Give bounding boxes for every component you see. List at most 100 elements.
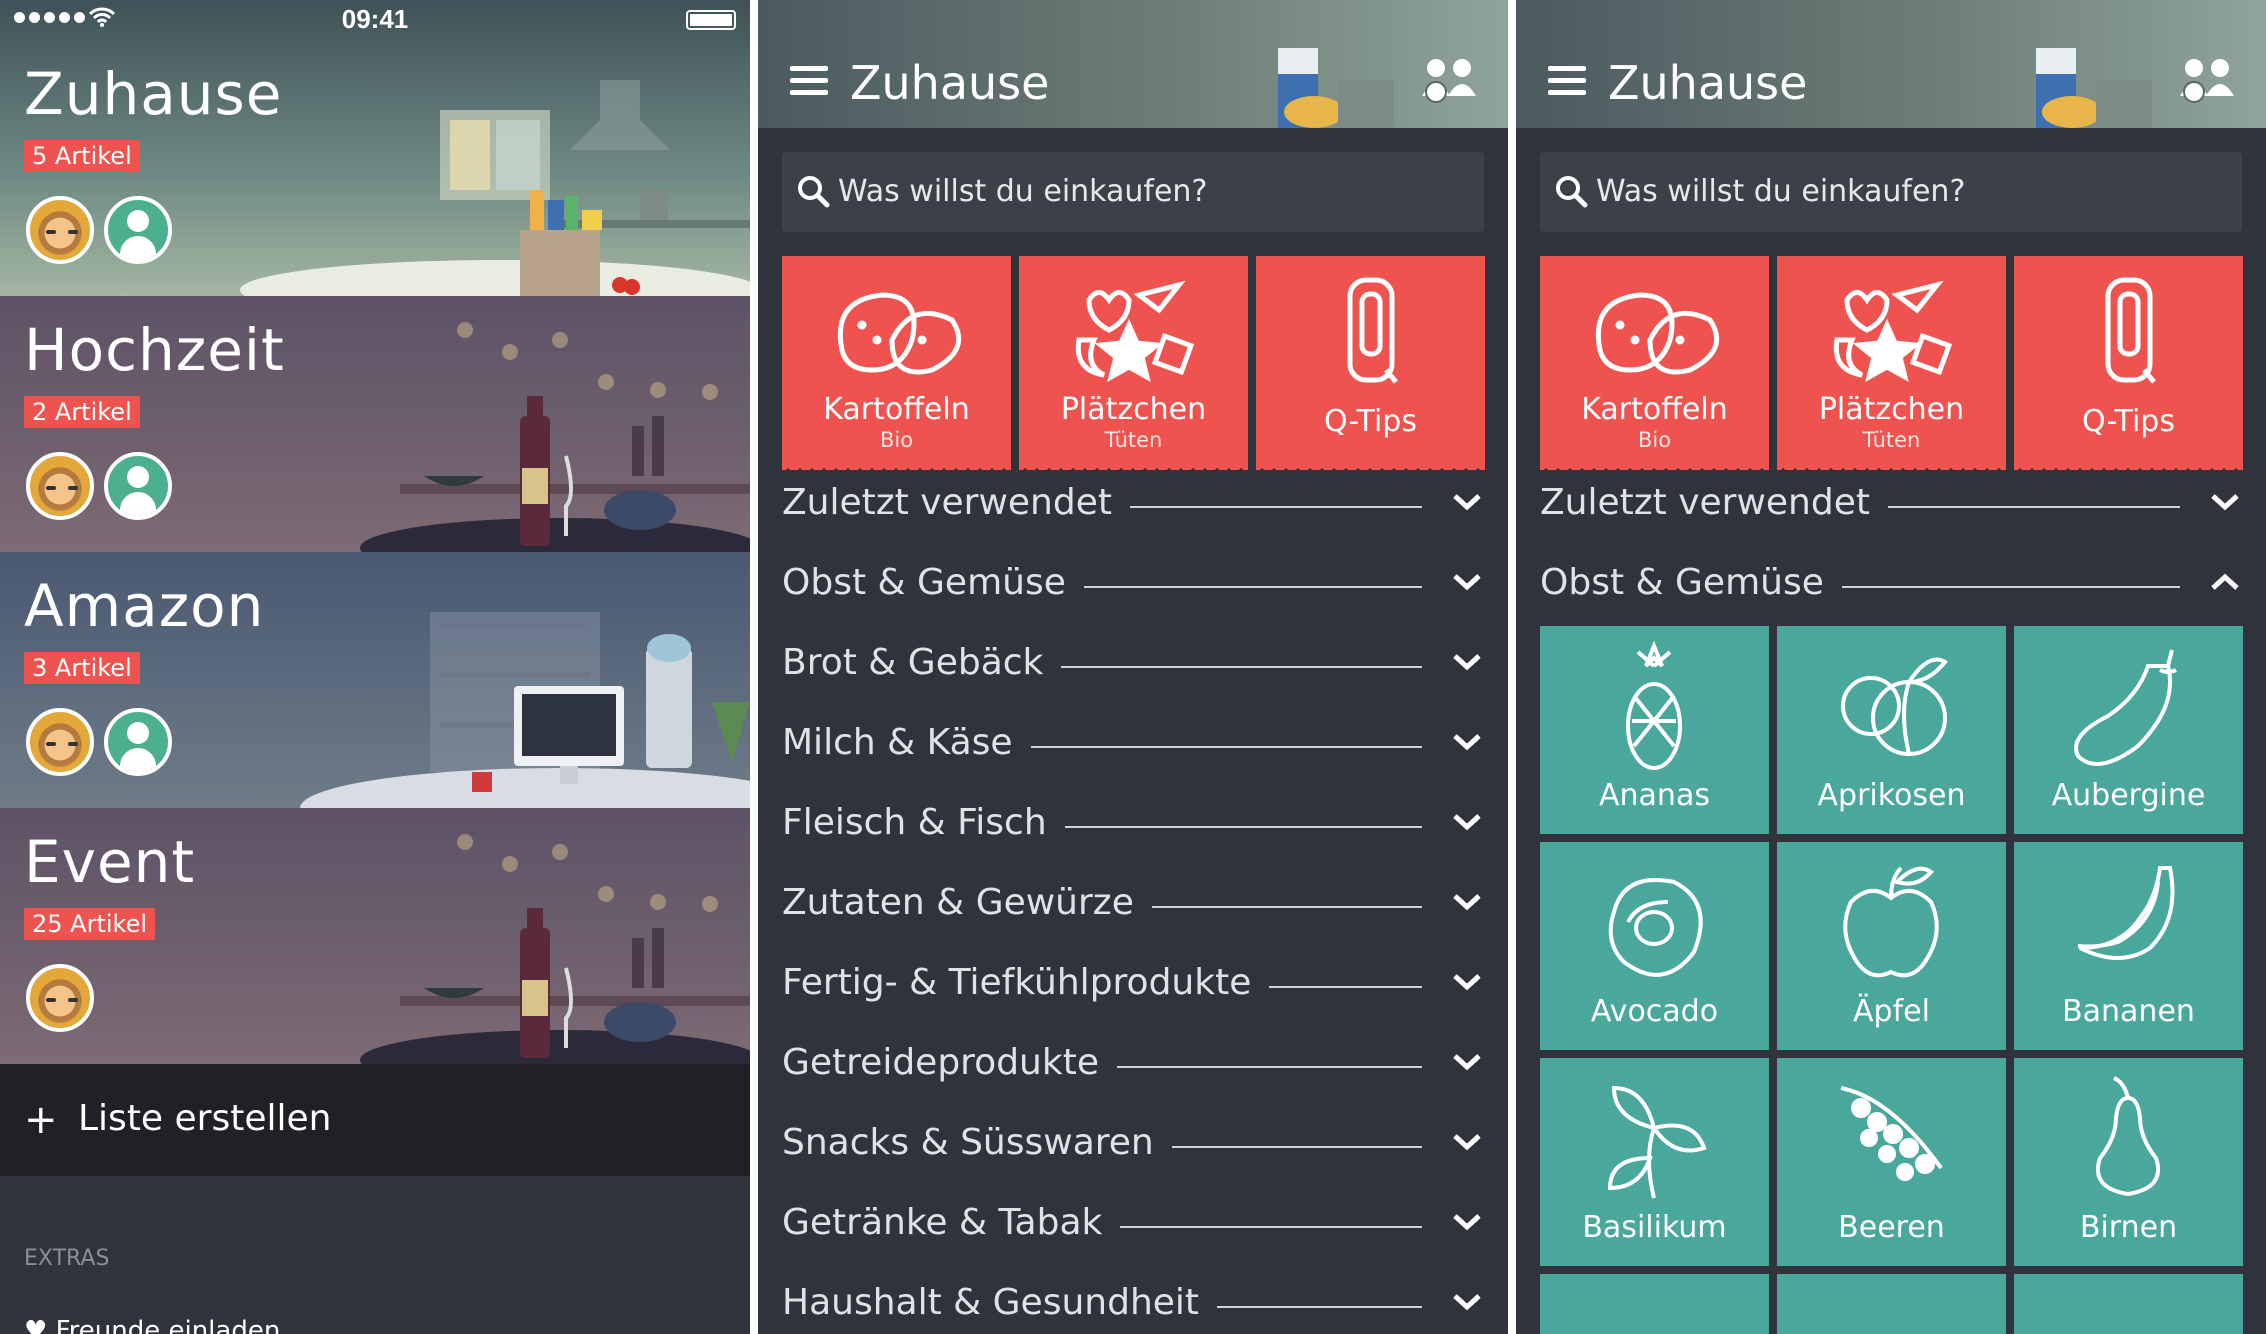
category-row[interactable]: Milch & Käse <box>782 718 1484 774</box>
avatar <box>26 196 94 264</box>
product-tile-bananen[interactable]: Bananen <box>2014 842 2243 1050</box>
share-members-icon[interactable] <box>2176 56 2240 104</box>
chevron-down-icon <box>2211 494 2239 511</box>
product-name: Aprikosen <box>1817 778 1966 813</box>
recent-item-kartoffeln[interactable]: Kartoffeln Bio <box>1540 256 1769 470</box>
category-row[interactable]: Haushalt & Gesundheit <box>782 1278 1484 1334</box>
product-name: Birnen <box>2079 1210 2178 1245</box>
category-label: Fleisch & Fisch <box>782 802 1065 843</box>
recent-item-plaetzchen[interactable]: Plätzchen Tüten <box>1777 256 2006 470</box>
avatar-placeholder-icon <box>104 196 172 264</box>
product-name: Ananas <box>1599 778 1710 813</box>
status-bar: 09:41 <box>0 0 750 40</box>
product-name: Beeren <box>1838 1210 1945 1245</box>
category-row[interactable]: Fertig- & Tiefkühlprodukte <box>782 958 1484 1014</box>
category-row[interactable]: Obst & Gemüse <box>782 558 1484 614</box>
item-count-badge: 5 Artikel <box>24 140 140 172</box>
recent-items: Kartoffeln Bio Plätzchen Tüten Q-Tips <box>782 256 1485 470</box>
chevron-down-icon <box>1453 974 1481 991</box>
extras-heading: EXTRAS <box>24 1246 110 1271</box>
category-expanded-screen: Zuhause Was willst du einkaufen? Kartoff… <box>1516 0 2266 1334</box>
category-recent[interactable]: Zuletzt verwendet <box>1540 478 2242 534</box>
potatoes-icon <box>837 292 962 375</box>
product-tile-avocado[interactable]: Avocado <box>1540 842 1769 1050</box>
chevron-down-icon <box>1453 734 1481 751</box>
potatoes-icon <box>1595 292 1720 375</box>
category-label: Zutaten & Gewürze <box>782 882 1152 923</box>
plus-icon: + <box>24 1097 58 1143</box>
list-header: Zuhause <box>1516 0 2266 128</box>
product-name: Bananen <box>2062 994 2195 1029</box>
item-count-badge: 25 Artikel <box>24 908 156 940</box>
battery-icon <box>686 10 736 30</box>
category-label: Zuletzt verwendet <box>782 482 1130 523</box>
member-avatars <box>26 196 172 264</box>
category-label: Brot & Gebäck <box>782 642 1062 683</box>
share-members-icon[interactable] <box>1418 56 1482 104</box>
product-tile-birnen[interactable]: Birnen <box>2014 1058 2243 1266</box>
recent-item-qtips[interactable]: Q-Tips <box>1256 256 1485 470</box>
category-row[interactable]: Snacks & Süsswaren <box>782 1118 1484 1174</box>
avatar-placeholder-icon <box>104 708 172 776</box>
recent-item-kartoffeln[interactable]: Kartoffeln Bio <box>782 256 1011 470</box>
list-card-hochzeit[interactable]: Hochzeit 2 Artikel <box>0 296 750 552</box>
recent-item-plaetzchen[interactable]: Plätzchen Tüten <box>1019 256 1248 470</box>
product-tile-basilikum[interactable]: Basilikum <box>1540 1058 1769 1266</box>
tile-sub: Tüten <box>1104 428 1163 452</box>
tile-sub: Bio <box>879 428 914 452</box>
tile-name: Kartoffeln <box>823 392 970 427</box>
product-tile-aprikosen[interactable]: Aprikosen <box>1777 626 2006 834</box>
berries-icon <box>1840 1086 1943 1181</box>
product-name: Avocado <box>1590 994 1719 1029</box>
search-input[interactable]: Was willst du einkaufen? <box>782 152 1484 232</box>
category-label: Getränke & Tabak <box>782 1202 1121 1243</box>
product-tile-aubergine[interactable]: Aubergine <box>2014 626 2243 834</box>
hamburger-menu-icon[interactable] <box>790 66 828 96</box>
item-count-badge: 2 Artikel <box>24 396 140 428</box>
product-tile[interactable] <box>1777 1274 2006 1334</box>
list-card-zuhause[interactable]: Zuhause 5 Artikel <box>0 0 750 296</box>
basil-icon <box>1607 1085 1707 1199</box>
search-input[interactable]: Was willst du einkaufen? <box>1540 152 2242 232</box>
product-tile-aepfel[interactable]: Äpfel <box>1777 842 2006 1050</box>
product-tile[interactable] <box>1540 1274 1769 1334</box>
list-detail-screen: Zuhause Was willst du einkaufen? Kartoff… <box>758 0 1508 1334</box>
chevron-down-icon <box>1453 494 1481 511</box>
list-title: Zuhause <box>24 60 283 128</box>
category-label: Obst & Gemüse <box>782 562 1084 603</box>
chevron-down-icon <box>1453 1054 1481 1071</box>
member-avatars <box>26 964 94 1032</box>
avatar-placeholder-icon <box>104 452 172 520</box>
category-label: Fertig- & Tiefkühlprodukte <box>782 962 1270 1003</box>
cookies-icon <box>1833 280 1953 382</box>
extras-item[interactable]: ♥ Freunde einladen <box>24 1316 280 1334</box>
item-count-badge: 3 Artikel <box>24 652 140 684</box>
create-list-button[interactable]: + Liste erstellen <box>0 1064 750 1176</box>
category-row[interactable]: Getränke & Tabak <box>782 1198 1484 1254</box>
product-tile[interactable] <box>2014 1274 2243 1334</box>
avatar <box>26 964 94 1032</box>
product-tile-beeren[interactable]: Beeren <box>1777 1058 2006 1266</box>
product-name: Aubergine <box>2051 778 2206 813</box>
tile-name: Plätzchen <box>1060 392 1207 427</box>
category-row[interactable]: Fleisch & Fisch <box>782 798 1484 854</box>
product-tile-ananas[interactable]: Ananas <box>1540 626 1769 834</box>
category-row[interactable]: Zuletzt verwendet <box>782 478 1484 534</box>
list-card-amazon[interactable]: Amazon 3 Artikel <box>0 552 750 808</box>
tile-name: Plätzchen <box>1818 392 1965 427</box>
category-label: Zuletzt verwendet <box>1540 482 1888 523</box>
pineapple-icon <box>1626 640 1682 770</box>
category-label: Snacks & Süsswaren <box>782 1122 1172 1163</box>
member-avatars <box>26 452 172 520</box>
category-row[interactable]: Brot & Gebäck <box>782 638 1484 694</box>
category-obst-gemuese[interactable]: Obst & Gemüse <box>1540 558 2242 614</box>
category-label: Haushalt & Gesundheit <box>782 1282 1218 1323</box>
list-card-event[interactable]: Event 25 Artikel <box>0 808 750 1064</box>
category-row[interactable]: Getreideprodukte <box>782 1038 1484 1094</box>
search-icon <box>1556 176 1588 208</box>
category-row[interactable]: Zutaten & Gewürze <box>782 878 1484 934</box>
recent-item-qtips[interactable]: Q-Tips <box>2014 256 2243 470</box>
product-name: Basilikum <box>1582 1210 1727 1245</box>
chevron-down-icon <box>1453 894 1481 911</box>
hamburger-menu-icon[interactable] <box>1548 66 1586 96</box>
